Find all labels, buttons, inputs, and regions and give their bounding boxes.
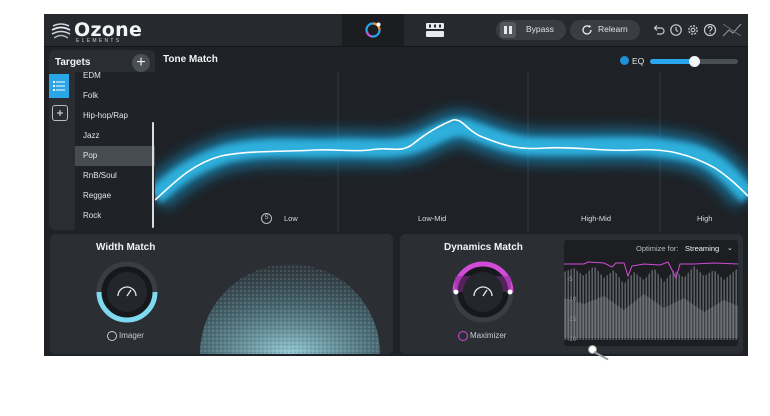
list-item[interactable]: Reggae xyxy=(75,186,155,206)
db-tick: -5 xyxy=(567,276,573,283)
imager-power-icon[interactable] xyxy=(107,331,117,341)
assistant-ring-icon xyxy=(365,22,381,38)
bypass-switch-icon xyxy=(500,22,516,38)
imager-knob[interactable] xyxy=(94,259,160,325)
db-tick: -15 xyxy=(567,316,577,323)
relearn-label: Relearn xyxy=(598,24,628,34)
maximizer-knob[interactable] xyxy=(450,259,516,325)
maximizer-label: Maximizer xyxy=(470,331,507,340)
list-item[interactable]: Rock xyxy=(75,206,155,226)
eq-slider-handle[interactable] xyxy=(689,56,700,67)
optimize-for-select[interactable]: Streaming xyxy=(685,244,719,253)
eq-power-icon[interactable] xyxy=(620,56,629,65)
help-icon[interactable] xyxy=(703,23,717,37)
dynamics-match-panel: Dynamics Match Maximizer Optimize for: S… xyxy=(400,234,743,354)
loudness-history-display: Optimize for: Streaming ⌄ -5 -10 -15 -20 xyxy=(564,240,738,346)
refresh-icon xyxy=(582,24,592,35)
list-item[interactable]: EDM xyxy=(75,66,155,86)
app-edition: ELEMENTS xyxy=(76,38,122,44)
top-bar: Ozone ELEMENTS Bypass Relearn xyxy=(44,14,748,47)
band-label-high: High xyxy=(697,214,713,223)
gear-icon[interactable] xyxy=(686,23,700,37)
list-item[interactable]: Hip-hop/Rap xyxy=(75,106,155,126)
relearn-button[interactable]: Relearn xyxy=(570,20,640,40)
bypass-button[interactable]: Bypass xyxy=(496,20,566,40)
band-label-low-mid: Low-Mid xyxy=(418,214,447,223)
signal-path-icon[interactable] xyxy=(722,22,742,38)
tone-match-title: Tone Match xyxy=(163,54,218,65)
imager-label: Imager xyxy=(119,331,144,340)
tone-match-curve xyxy=(155,72,748,232)
solo-icon[interactable]: S xyxy=(261,213,272,224)
stereo-vectorscope xyxy=(200,264,380,354)
list-item-selected[interactable]: Pop xyxy=(75,146,155,166)
maximizer-power-icon[interactable] xyxy=(458,331,468,341)
db-tick: -10 xyxy=(567,296,577,303)
tab-modules[interactable] xyxy=(404,14,466,46)
target-list-scrollbar[interactable] xyxy=(152,122,154,228)
list-icon xyxy=(53,81,65,91)
logo: Ozone ELEMENTS xyxy=(48,18,158,44)
bypass-label: Bypass xyxy=(526,24,554,34)
chevron-down-icon[interactable]: ⌄ xyxy=(727,244,733,252)
list-item[interactable]: RnB/Soul xyxy=(75,166,155,186)
history-icon[interactable] xyxy=(669,23,683,37)
modules-grid-icon xyxy=(426,23,444,37)
target-list: EDM Folk Hip-hop/Rap Jazz Pop RnB/Soul R… xyxy=(75,71,155,230)
eq-label: EQ xyxy=(632,56,645,66)
add-file-icon xyxy=(57,110,63,116)
db-tick: -20 xyxy=(567,336,577,343)
ozone-logo-icon xyxy=(51,23,71,39)
dynamics-match-title: Dynamics Match xyxy=(444,242,523,253)
width-match-title: Width Match xyxy=(96,242,156,253)
list-item[interactable]: Folk xyxy=(75,86,155,106)
targets-panel: Targets + EDM Folk Hip-hop/Rap Jazz Pop … xyxy=(49,50,155,230)
ozone-window: Ozone ELEMENTS Bypass Relearn Targets + … xyxy=(44,14,748,356)
waveform-history xyxy=(564,261,738,346)
list-item[interactable]: Jazz xyxy=(75,126,155,146)
eq-slider-fill xyxy=(650,59,694,64)
eq-amount-slider[interactable] xyxy=(650,56,738,67)
band-label-high-mid: High-Mid xyxy=(581,214,612,223)
band-label-low: Low xyxy=(284,214,298,223)
optimize-for-label: Optimize for: xyxy=(636,244,679,253)
undo-icon[interactable] xyxy=(652,23,666,37)
tab-assistant[interactable] xyxy=(342,14,404,46)
add-reference-tab[interactable] xyxy=(52,105,68,121)
width-match-panel: Width Match Imager xyxy=(50,234,393,354)
list-view-tab[interactable] xyxy=(49,74,69,98)
